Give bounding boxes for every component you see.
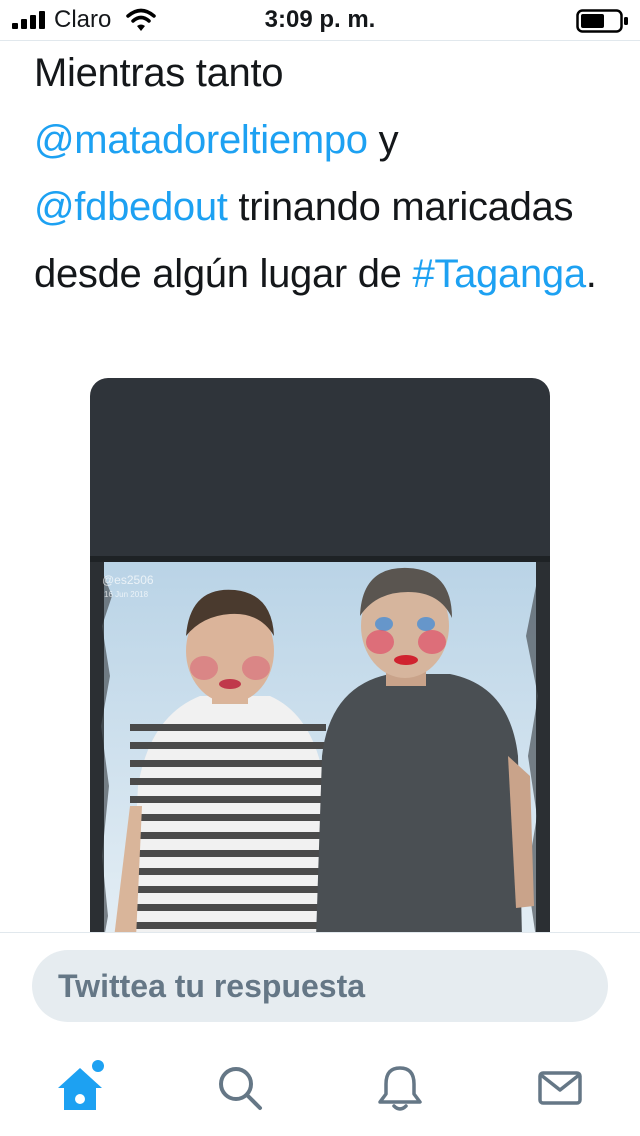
tab-messages[interactable] bbox=[530, 1058, 590, 1118]
tweet-photo[interactable]: @es2506 16 Jun 2018 bbox=[90, 556, 550, 938]
tweet-media[interactable]: @es2506 16 Jun 2018 bbox=[90, 378, 550, 938]
notifications-bell-icon bbox=[378, 1066, 422, 1111]
reply-input[interactable] bbox=[32, 950, 608, 1022]
clock: 3:09 p. m. bbox=[264, 6, 376, 33]
messages-envelope-icon bbox=[538, 1071, 582, 1105]
home-icon bbox=[58, 1060, 104, 1110]
image-watermark-date: 16 Jun 2018 bbox=[104, 590, 149, 599]
image-watermark: @es2506 bbox=[102, 573, 154, 587]
tweet-text-part: Mientras tanto bbox=[34, 51, 284, 95]
tab-home[interactable] bbox=[50, 1058, 110, 1118]
hashtag-link[interactable]: #Taganga bbox=[412, 252, 586, 296]
tweet-text: Mientras tanto @matadoreltiempo y @fdbedou… bbox=[34, 40, 619, 308]
mention-link[interactable]: @matadoreltiempo bbox=[34, 118, 368, 162]
tab-notifications[interactable] bbox=[370, 1058, 430, 1118]
tab-search[interactable] bbox=[210, 1058, 270, 1118]
mention-link[interactable]: @fdbedout bbox=[34, 185, 228, 229]
tweet-text-part: . bbox=[585, 252, 597, 296]
tweet-text-part: y bbox=[367, 118, 399, 162]
search-icon bbox=[219, 1067, 262, 1110]
battery-icon bbox=[576, 9, 628, 33]
status-bar: Claro 3:09 p. m. bbox=[0, 0, 640, 40]
